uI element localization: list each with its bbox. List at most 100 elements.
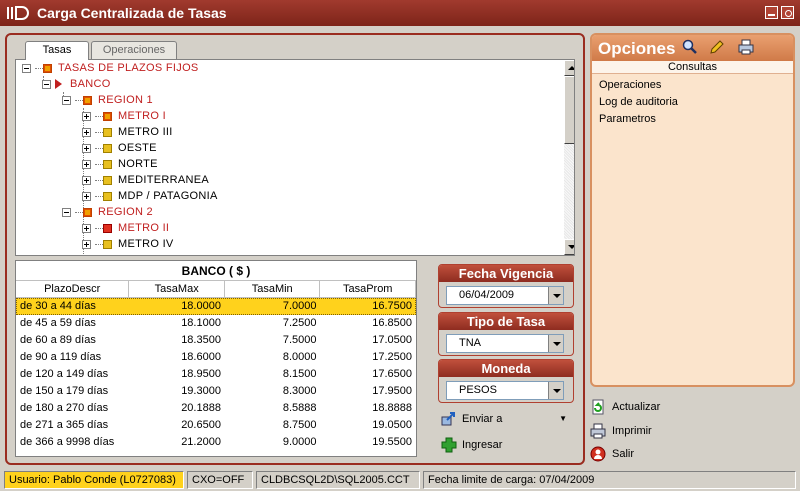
table-row[interactable]: de 180 a 270 días 20.1888 8.5888 18.8888: [16, 400, 416, 417]
expand-icon[interactable]: [82, 191, 91, 201]
tree-label: METRO IV: [118, 238, 174, 250]
maximize-button[interactable]: [781, 6, 794, 19]
tree-node-root[interactable]: TASAS DE PLAZOS FIJOS: [22, 60, 199, 76]
tree-node-region2[interactable]: REGION 2: [62, 204, 153, 220]
cell-tasamax: 20.1888: [181, 402, 221, 414]
link-parametros[interactable]: Parametros: [599, 112, 656, 127]
tree-node-banco[interactable]: BANCO: [42, 76, 111, 92]
tree-node-metro-i[interactable]: METRO I: [82, 108, 166, 124]
printer-icon[interactable]: [737, 39, 755, 55]
cell-tasaprom: 16.8500: [372, 317, 413, 329]
grid-header: PlazoDescr TasaMax TasaMin TasaProm: [16, 281, 416, 298]
status-fecha-limite: Fecha limite de carga: 07/04/2009: [423, 471, 796, 489]
moneda-select[interactable]: PESOS: [446, 381, 564, 400]
tree-node-region1[interactable]: REGION 1: [62, 92, 153, 108]
scroll-up-button[interactable]: [564, 60, 574, 76]
cell-tasaprom: 19.5500: [372, 436, 413, 448]
table-row[interactable]: de 60 a 89 días 18.3500 7.5000 17.0500: [16, 332, 416, 349]
chevron-down-icon[interactable]: [548, 382, 563, 399]
search-icon[interactable]: [682, 39, 698, 55]
cell-plazo: de 45 a 59 días: [20, 317, 96, 329]
column-header[interactable]: TasaMin: [225, 281, 321, 297]
tree-node-metro-iv[interactable]: METRO IV: [82, 236, 174, 252]
expand-icon[interactable]: [82, 127, 91, 137]
cell-tasamax: 18.9500: [181, 368, 221, 380]
rates-grid: BANCO ( $ ) PlazoDescr TasaMax TasaMin T…: [15, 260, 417, 457]
actualizar-label: Actualizar: [612, 401, 661, 413]
folder-yellow-icon: [103, 191, 112, 201]
imprimir-label: Imprimir: [612, 425, 652, 437]
tree-label: METRO I: [118, 110, 166, 122]
column-header[interactable]: PlazoDescr: [16, 281, 130, 297]
table-row[interactable]: de 90 a 119 días 18.6000 8.0000 17.2500: [16, 349, 416, 366]
expand-icon[interactable]: [82, 143, 91, 153]
folder-orange-icon: [103, 111, 112, 121]
minimize-button[interactable]: [765, 6, 778, 19]
tree-node-oeste[interactable]: OESTE: [82, 140, 157, 156]
pencil-icon[interactable]: [709, 39, 725, 55]
cell-plazo: de 150 a 179 días: [20, 385, 109, 397]
table-row[interactable]: de 366 a 9998 días 21.2000 9.0000 19.5500: [16, 434, 416, 451]
cell-tasamax: 18.1000: [181, 317, 221, 329]
tipo-tasa-select[interactable]: TNA: [446, 334, 564, 353]
link-operaciones[interactable]: Operaciones: [599, 78, 661, 93]
fecha-vigencia-picker[interactable]: 06/04/2009: [446, 286, 564, 305]
table-row[interactable]: de 150 a 179 días 19.3000 8.3000 17.9500: [16, 383, 416, 400]
tree-node-mediterranea[interactable]: MEDITERRANEA: [82, 172, 209, 188]
expand-icon[interactable]: [82, 223, 91, 233]
send-arrow-icon: [441, 412, 455, 426]
expand-icon[interactable]: [82, 175, 91, 185]
cell-tasaprom: 17.9500: [372, 385, 413, 397]
expand-icon[interactable]: [82, 239, 91, 249]
column-header[interactable]: TasaProm: [320, 281, 416, 297]
cell-tasamax: 21.2000: [181, 436, 221, 448]
cell-tasamax: 18.6000: [181, 351, 221, 363]
cell-tasamax: 19.3000: [181, 385, 221, 397]
salir-button[interactable]: Salir: [590, 444, 634, 464]
imprimir-button[interactable]: Imprimir: [590, 421, 652, 441]
cell-plazo: de 271 a 365 días: [20, 419, 109, 431]
folder-yellow-icon: [103, 159, 112, 169]
tab-tasas[interactable]: Tasas: [25, 41, 89, 60]
expand-icon[interactable]: [82, 111, 91, 121]
cell-tasaprom: 16.7500: [372, 300, 413, 312]
cell-tasamin: 8.5888: [282, 402, 317, 414]
cell-tasamin: 8.3000: [282, 385, 317, 397]
chevron-down-icon[interactable]: [548, 287, 563, 304]
actualizar-button[interactable]: Actualizar: [590, 397, 660, 417]
cell-plazo: de 60 a 89 días: [20, 334, 96, 346]
table-row[interactable]: de 30 a 44 días 18.0000 7.0000 16.7500: [16, 298, 416, 315]
tree-node-norte[interactable]: NORTE: [82, 156, 158, 172]
tab-operaciones[interactable]: Operaciones: [91, 41, 177, 59]
expand-icon[interactable]: [82, 159, 91, 169]
collapse-icon[interactable]: [22, 63, 31, 73]
title-bar: Carga Centralizada de Tasas: [0, 0, 800, 26]
ingresar-button[interactable]: Ingresar: [441, 436, 502, 454]
cell-tasaprom: 17.6500: [372, 368, 413, 380]
selected-arrow-icon: [55, 79, 62, 90]
folder-yellow-icon: [103, 239, 112, 249]
column-header[interactable]: TasaMax: [129, 281, 225, 297]
table-row[interactable]: de 45 a 59 días 18.1000 7.2500 16.8500: [16, 315, 416, 332]
table-row[interactable]: de 120 a 149 días 18.9500 8.1500 17.6500: [16, 366, 416, 383]
enviar-a-button[interactable]: Enviar a ▼: [441, 410, 567, 428]
printer-icon: [590, 423, 606, 439]
chevron-down-icon[interactable]: [548, 335, 563, 352]
tree-node-metro-ii[interactable]: METRO II: [82, 220, 169, 236]
cell-tasaprom: 19.0500: [372, 419, 413, 431]
tree-label: TASAS DE PLAZOS FIJOS: [58, 62, 199, 74]
table-row[interactable]: de 271 a 365 días 20.6500 8.7500 19.0500: [16, 417, 416, 434]
tree-scrollbar[interactable]: [564, 60, 574, 255]
collapse-icon[interactable]: [62, 95, 71, 105]
collapse-icon[interactable]: [62, 207, 71, 217]
cell-tasamax: 18.3500: [181, 334, 221, 346]
collapse-icon[interactable]: [42, 79, 51, 89]
tree-node-metro-iii[interactable]: METRO III: [82, 124, 173, 140]
tree-label: METRO II: [118, 222, 170, 234]
scroll-down-button[interactable]: [564, 239, 574, 255]
folder-red-icon: [103, 223, 112, 233]
link-log-auditoria[interactable]: Log de auditoria: [599, 95, 678, 110]
tree-node-mdp-patagonia[interactable]: MDP / PATAGONIA: [82, 188, 218, 204]
scroll-thumb[interactable]: [564, 76, 574, 144]
tree-label: MDP / PATAGONIA: [118, 190, 218, 202]
